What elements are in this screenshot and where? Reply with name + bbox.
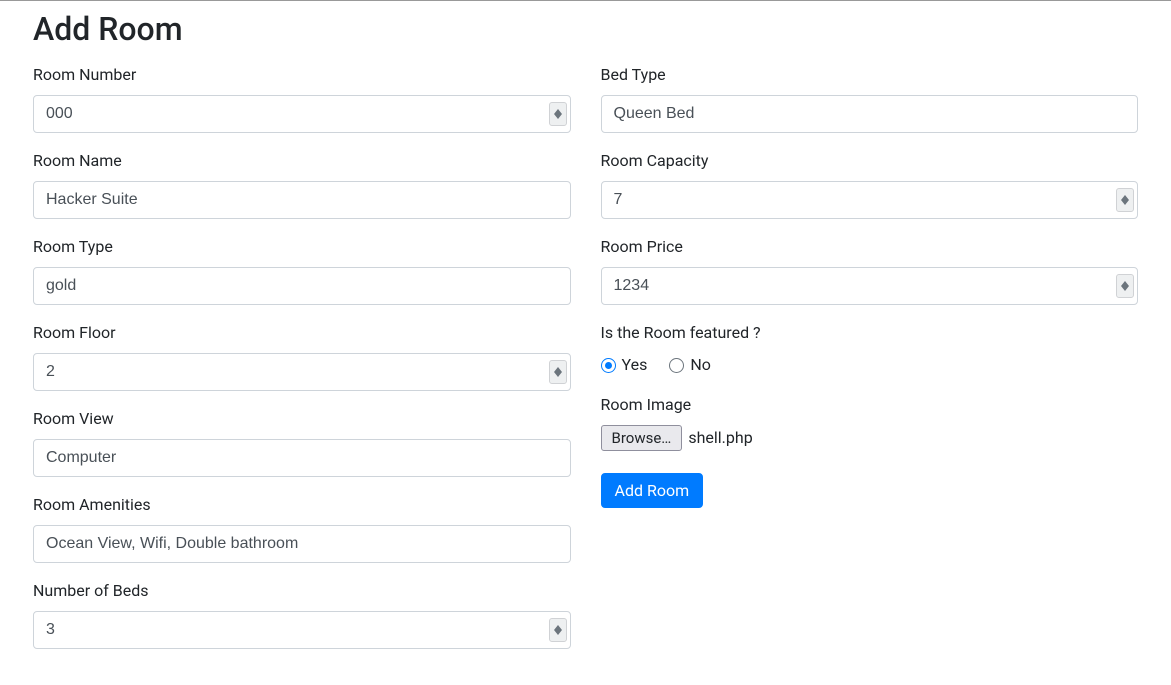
room-type-label: Room Type bbox=[33, 235, 571, 259]
stepper-icon[interactable] bbox=[549, 618, 567, 642]
room-name-label: Room Name bbox=[33, 149, 571, 173]
stepper-icon[interactable] bbox=[1116, 274, 1134, 298]
room-floor-input[interactable] bbox=[33, 353, 571, 391]
bed-type-label: Bed Type bbox=[601, 63, 1139, 87]
room-capacity-input[interactable] bbox=[601, 181, 1139, 219]
stepper-icon[interactable] bbox=[549, 102, 567, 126]
number-of-beds-label: Number of Beds bbox=[33, 579, 571, 603]
stepper-icon[interactable] bbox=[1116, 188, 1134, 212]
room-price-label: Room Price bbox=[601, 235, 1139, 259]
featured-no-label: No bbox=[690, 353, 711, 377]
browse-button[interactable]: Browse… bbox=[601, 425, 683, 451]
room-type-input[interactable] bbox=[33, 267, 571, 305]
bed-type-input[interactable] bbox=[601, 95, 1139, 133]
room-view-input[interactable] bbox=[33, 439, 571, 477]
featured-no-radio[interactable] bbox=[669, 358, 684, 373]
room-amenities-input[interactable] bbox=[33, 525, 571, 563]
room-name-input[interactable] bbox=[33, 181, 571, 219]
room-amenities-label: Room Amenities bbox=[33, 493, 571, 517]
add-room-button[interactable]: Add Room bbox=[601, 473, 704, 508]
form-right-column: Bed Type Room Capacity Room Price bbox=[601, 63, 1139, 665]
featured-yes-label: Yes bbox=[622, 353, 648, 377]
room-number-input[interactable] bbox=[33, 95, 571, 133]
room-number-label: Room Number bbox=[33, 63, 571, 87]
page-title: Add Room bbox=[33, 5, 1138, 53]
room-capacity-label: Room Capacity bbox=[601, 149, 1139, 173]
room-image-label: Room Image bbox=[601, 393, 1139, 417]
room-view-label: Room View bbox=[33, 407, 571, 431]
room-floor-label: Room Floor bbox=[33, 321, 571, 345]
featured-yes-radio[interactable] bbox=[601, 358, 616, 373]
stepper-icon[interactable] bbox=[549, 360, 567, 384]
selected-file-name: shell.php bbox=[688, 426, 752, 450]
room-price-input[interactable] bbox=[601, 267, 1139, 305]
form-left-column: Room Number Room Name Room Type Room bbox=[33, 63, 571, 665]
featured-label: Is the Room featured ? bbox=[601, 321, 1139, 345]
number-of-beds-input[interactable] bbox=[33, 611, 571, 649]
